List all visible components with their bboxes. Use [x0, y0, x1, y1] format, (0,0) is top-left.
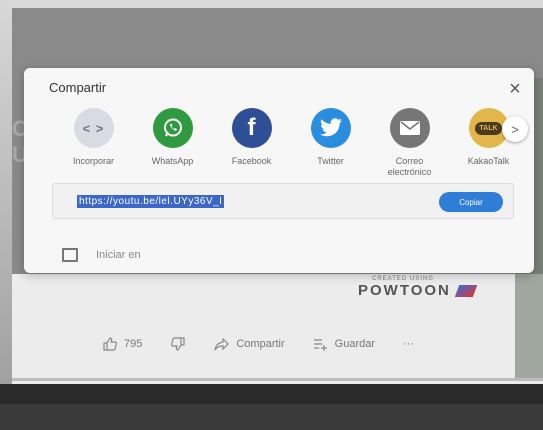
- share-embed-button[interactable]: < > Incorporar: [54, 108, 133, 178]
- monitor-bezel-bottom: [0, 384, 543, 430]
- powtoon-logo-text: POWTOON: [358, 282, 451, 299]
- share-dialog-title: Compartir: [49, 80, 107, 95]
- like-count: 795: [124, 338, 143, 350]
- share-targets-row: < > Incorporar WhatsApp f Facebook Twitt…: [54, 108, 528, 178]
- share-button[interactable]: Compartir: [214, 336, 285, 352]
- start-at-label: Iniciar en: [96, 249, 141, 261]
- share-label: Compartir: [236, 338, 285, 350]
- share-dialog: Compartir × < > Incorporar WhatsApp f Fa…: [24, 68, 534, 273]
- share-embed-label: Incorporar: [72, 156, 115, 166]
- photo-border-top: [0, 0, 543, 8]
- share-arrow-icon: [214, 337, 230, 351]
- thumbs-down-icon: [171, 337, 185, 351]
- powtoon-logo: POWTOON: [358, 282, 478, 299]
- chevron-right-icon[interactable]: >: [502, 116, 528, 142]
- powtoon-logo-mark: [454, 284, 478, 297]
- share-email-label: Correo electrónico: [387, 156, 432, 177]
- share-url-text[interactable]: https://youtu.be/lel.UYy36V_I: [77, 195, 225, 208]
- more-icon: ···: [403, 338, 415, 350]
- share-url-field[interactable]: https://youtu.be/lel.UYy36V_I Copiar: [52, 183, 514, 219]
- facebook-icon: f: [231, 108, 272, 148]
- photo-border-left: [0, 0, 12, 430]
- thumbs-up-icon: [103, 337, 117, 351]
- copy-button[interactable]: Copiar: [439, 192, 503, 212]
- mail-icon: [389, 108, 430, 148]
- playlist-add-icon: [313, 339, 327, 351]
- start-at-option: Iniciar en: [62, 248, 141, 262]
- share-kakaotalk-label: KakaoTalk: [467, 156, 510, 166]
- save-button[interactable]: Guardar: [313, 336, 375, 352]
- page-divider: [12, 378, 543, 381]
- share-twitter-label: Twitter: [317, 156, 344, 166]
- share-facebook-button[interactable]: f Facebook: [212, 108, 291, 178]
- start-at-checkbox[interactable]: [62, 248, 78, 262]
- share-whatsapp-button[interactable]: WhatsApp: [133, 108, 212, 178]
- background-video-title-text: ION: [12, 32, 73, 70]
- video-actions-bar: 795 Compartir Guardar ···: [102, 336, 442, 352]
- dislike-button[interactable]: [170, 336, 186, 352]
- like-button[interactable]: 795: [102, 336, 142, 352]
- powtoon-watermark: CREATED USING POWTOON: [358, 276, 478, 299]
- whatsapp-icon: [152, 108, 193, 148]
- share-email-button[interactable]: Correo electrónico: [370, 108, 449, 178]
- save-label: Guardar: [334, 338, 376, 350]
- twitter-icon: [310, 108, 351, 148]
- share-twitter-button[interactable]: Twitter: [291, 108, 370, 178]
- share-whatsapp-label: WhatsApp: [151, 156, 194, 166]
- embed-icon: < >: [73, 108, 114, 148]
- kakaotalk-glyph: TALK: [475, 121, 502, 135]
- close-icon[interactable]: ×: [506, 79, 524, 99]
- share-facebook-label: Facebook: [231, 156, 272, 166]
- more-button[interactable]: ···: [403, 338, 414, 350]
